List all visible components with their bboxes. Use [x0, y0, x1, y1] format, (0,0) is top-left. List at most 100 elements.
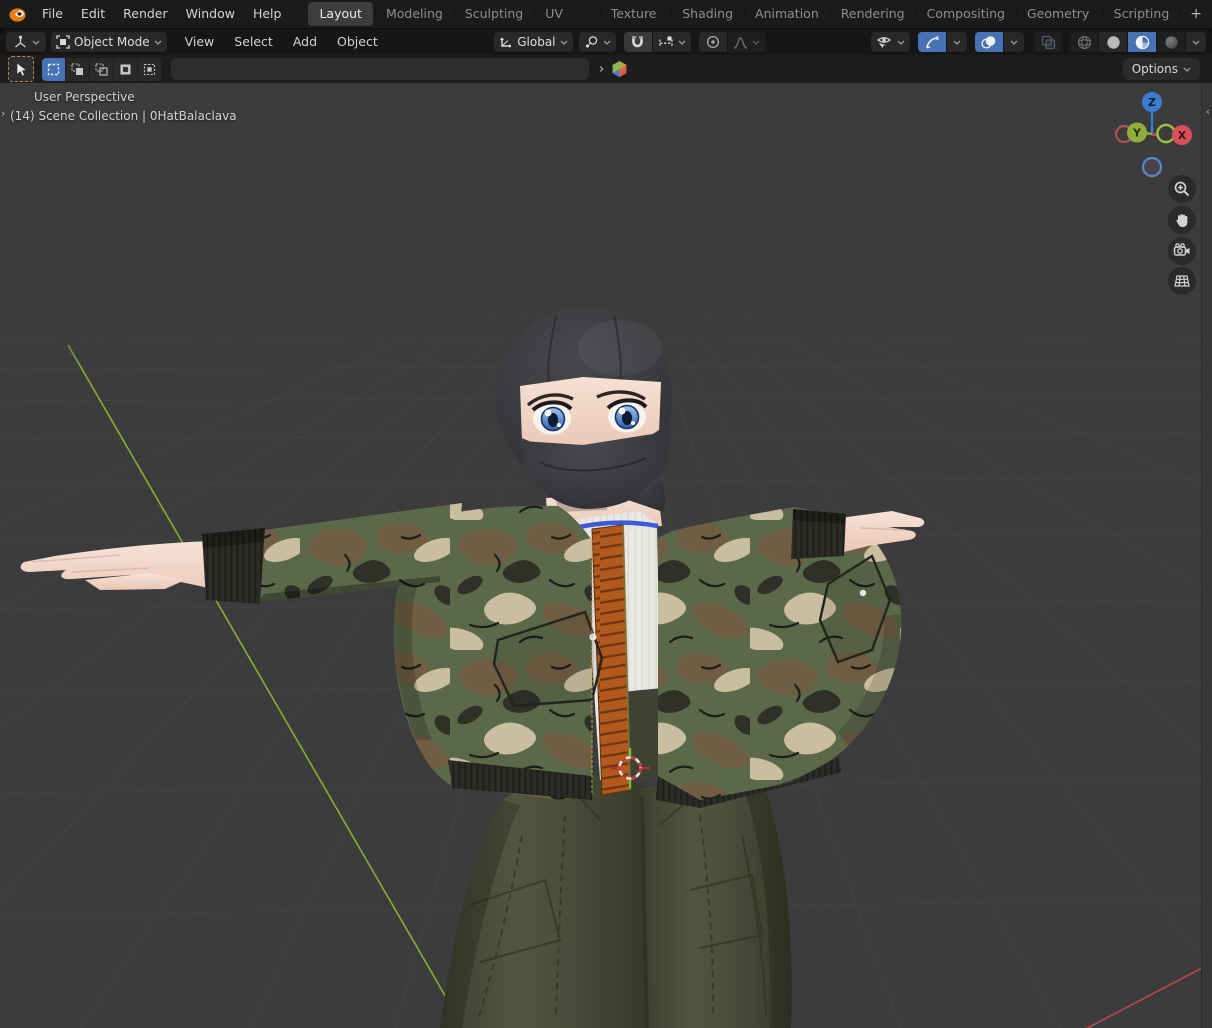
- tool-settings-header: › Options: [0, 55, 1212, 83]
- tab-animation[interactable]: Animation: [744, 0, 830, 28]
- select-menu[interactable]: Select: [224, 29, 283, 55]
- right-arm: [664, 509, 924, 563]
- scene-canvas: [0, 83, 1212, 1028]
- tab-scripting[interactable]: Scripting: [1103, 0, 1181, 28]
- tab-texture-paint[interactable]: Texture Paint: [600, 0, 672, 28]
- select-mode-subtract[interactable]: [90, 58, 113, 81]
- right-sleeve: [664, 509, 798, 563]
- snap-target-dropdown[interactable]: [653, 32, 691, 52]
- tab-rendering[interactable]: Rendering: [830, 0, 916, 28]
- menu-edit[interactable]: Edit: [72, 0, 114, 28]
- head: [496, 307, 672, 512]
- wireframe-sphere-icon: [1077, 35, 1092, 50]
- chevron-down-icon: [752, 40, 760, 45]
- camera-icon: [1173, 243, 1191, 259]
- show-overlays-toggle[interactable]: [975, 32, 1003, 52]
- topbar: File Edit Render Window Help Layout Mode…: [0, 0, 1212, 28]
- snap-toggle-button[interactable]: [624, 32, 652, 52]
- expand-region-chevron[interactable]: ›: [599, 62, 604, 77]
- tab-geometry-nodes[interactable]: Geometry Nodes: [1016, 0, 1103, 28]
- overlays-dropdown[interactable]: [1004, 32, 1024, 52]
- select-mode-extend[interactable]: [66, 58, 89, 81]
- gizmo-dropdown[interactable]: [947, 32, 967, 52]
- pivot-point-dropdown[interactable]: [579, 32, 616, 52]
- show-object-types-dropdown[interactable]: [871, 32, 910, 52]
- viewport-editor-icon: [13, 35, 28, 49]
- select-mode-set[interactable]: [42, 58, 65, 81]
- tool-settings-panel: [171, 58, 589, 80]
- rendered-sphere-icon: [1164, 35, 1179, 50]
- tab-layout[interactable]: Layout: [308, 2, 373, 26]
- snap-increment-icon: [658, 36, 674, 49]
- cursor-arrow-icon: [15, 62, 28, 77]
- sidebar-strip: ‹: [1201, 83, 1212, 1028]
- options-dropdown[interactable]: Options: [1123, 58, 1200, 80]
- solid-sphere-icon: [1106, 35, 1121, 50]
- chevron-down-icon: [154, 40, 162, 45]
- gizmo-arrow-icon: [925, 35, 940, 50]
- mode-label: Object Mode: [74, 35, 150, 49]
- options-label: Options: [1132, 62, 1178, 76]
- shading-wireframe-button[interactable]: [1070, 32, 1098, 52]
- viewport-3d[interactable]: User Perspective (14) Scene Collection |…: [0, 83, 1212, 1028]
- menu-render[interactable]: Render: [114, 0, 177, 28]
- shading-rendered-button[interactable]: [1157, 32, 1185, 52]
- pivot-point-icon: [584, 35, 599, 49]
- proportional-editing-icon: [706, 35, 720, 49]
- menu-help[interactable]: Help: [244, 0, 291, 28]
- object-menu[interactable]: Object: [327, 29, 388, 55]
- chevron-down-icon: [1183, 67, 1191, 72]
- proportional-falloff-dropdown[interactable]: [728, 32, 765, 52]
- select-mode-invert[interactable]: [114, 58, 137, 81]
- active-tool-select-box[interactable]: [8, 56, 34, 82]
- add-workspace-button[interactable]: +: [1180, 0, 1212, 28]
- last-operation-cube-icon[interactable]: [611, 60, 628, 78]
- blender-window: File Edit Render Window Help Layout Mode…: [0, 0, 1212, 1028]
- left-arm: [21, 503, 462, 604]
- tab-sculpting[interactable]: Sculpting: [454, 0, 534, 28]
- grid-perspective-icon: [1174, 273, 1190, 289]
- mode-dropdown[interactable]: Object Mode: [51, 32, 167, 52]
- overlays-icon: [981, 35, 997, 49]
- view-perspective-label: User Perspective: [34, 90, 135, 104]
- select-mode-intersect[interactable]: [138, 58, 161, 81]
- select-mode-options: [42, 58, 161, 81]
- camera-view-button[interactable]: [1168, 237, 1196, 265]
- viewport-header: Object Mode View Select Add Object Globa…: [0, 29, 1212, 55]
- gizmo-neg-y-axis: [1157, 125, 1174, 142]
- chevron-down-icon: [603, 40, 611, 45]
- shading-dropdown[interactable]: [1186, 32, 1206, 52]
- show-gizmo-toggle[interactable]: [918, 32, 946, 52]
- pan-button[interactable]: [1168, 206, 1196, 234]
- zoom-button[interactable]: [1168, 175, 1196, 203]
- transform-orientation-dropdown[interactable]: Global: [494, 32, 572, 52]
- xray-icon: [1041, 35, 1056, 50]
- pants: [440, 768, 792, 1028]
- editor-type-button[interactable]: [6, 32, 46, 52]
- hand-icon: [1174, 212, 1190, 228]
- workspace-tabs: Layout Modeling Sculpting UV Editing Tex…: [306, 0, 1212, 28]
- toolbar-expand-chevron[interactable]: ›: [1, 107, 5, 120]
- orientation-label: Global: [517, 35, 555, 49]
- magnet-icon: [631, 35, 644, 49]
- view-menu[interactable]: View: [175, 29, 225, 55]
- xray-toggle[interactable]: [1034, 32, 1062, 52]
- shading-solid-button[interactable]: [1099, 32, 1127, 52]
- magnifier-plus-icon: [1174, 181, 1190, 197]
- gizmo-x-label: X: [1178, 129, 1187, 142]
- shading-material-button[interactable]: [1128, 32, 1156, 52]
- gizmo-y-label: Y: [1132, 127, 1142, 140]
- chevron-down-icon: [1192, 40, 1200, 45]
- menu-window[interactable]: Window: [177, 0, 244, 28]
- menu-file[interactable]: File: [33, 0, 72, 28]
- add-menu[interactable]: Add: [283, 29, 327, 55]
- tab-shading[interactable]: Shading: [671, 0, 744, 28]
- tab-modeling[interactable]: Modeling: [375, 0, 454, 28]
- blender-logo-icon[interactable]: [8, 5, 27, 24]
- object-mode-icon: [56, 35, 70, 49]
- perspective-toggle-button[interactable]: [1168, 267, 1196, 295]
- chevron-down-icon: [32, 40, 40, 45]
- tab-uv-editing[interactable]: UV Editing: [534, 0, 600, 28]
- tab-compositing[interactable]: Compositing: [916, 0, 1016, 28]
- proportional-editing-button[interactable]: [699, 32, 727, 52]
